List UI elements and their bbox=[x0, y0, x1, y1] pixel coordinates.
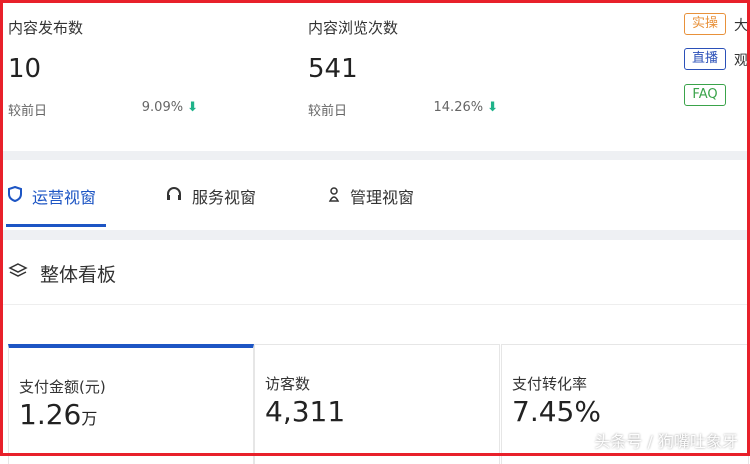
shield-icon bbox=[8, 185, 22, 206]
card-value: 4,311 bbox=[265, 395, 346, 428]
stat-label: 内容发布数 bbox=[8, 19, 84, 37]
tab-management[interactable]: 管理视窗 bbox=[328, 184, 414, 208]
tab-bar: 运营视窗 服务视窗 管理视窗 bbox=[3, 160, 747, 230]
tab-label: 运营视窗 bbox=[32, 188, 97, 207]
badge-faq[interactable]: FAQ bbox=[684, 84, 726, 106]
badge-text[interactable]: 观 bbox=[734, 50, 748, 70]
content-stats-panel: 内容发布数 10 较前日 9.09% ⬇ 内容浏览次数 541 较前日 14.26% ⬇ bbox=[3, 3, 747, 151]
tab-label: 管理视窗 bbox=[350, 188, 415, 207]
active-tab-indicator bbox=[6, 224, 106, 227]
stat-value: 10 bbox=[8, 54, 42, 84]
stat-publish-count: 内容发布数 10 较前日 9.09% ⬇ bbox=[8, 17, 198, 119]
section-title: 整体看板 bbox=[8, 260, 116, 287]
stat-value: 541 bbox=[308, 54, 358, 84]
arrow-down-icon: ⬇ bbox=[187, 100, 198, 115]
compare-label: 较前日 bbox=[308, 104, 348, 119]
card-label: 支付转化率 bbox=[512, 375, 588, 393]
person-icon bbox=[328, 186, 340, 206]
stat-view-count: 内容浏览次数 541 较前日 14.26% ⬇ bbox=[308, 17, 498, 119]
divider bbox=[3, 230, 747, 240]
change-value: 14.26% bbox=[433, 100, 484, 115]
divider bbox=[3, 151, 747, 160]
divider bbox=[3, 304, 747, 305]
change-value: 9.09% bbox=[141, 100, 184, 115]
layers-icon bbox=[8, 262, 28, 285]
badge-text[interactable]: 大 bbox=[734, 15, 748, 35]
card-label: 访客数 bbox=[265, 375, 311, 393]
card-value: 1.26 bbox=[19, 398, 82, 431]
card-unit: 万 bbox=[81, 409, 98, 428]
badge-live[interactable]: 直播 bbox=[684, 48, 726, 70]
tab-operations[interactable]: 运营视窗 bbox=[8, 184, 96, 208]
card-payment-amount[interactable]: 支付金额(元) 1.26万 bbox=[8, 344, 254, 464]
badge-practice[interactable]: 实操 bbox=[684, 13, 726, 35]
headset-icon bbox=[166, 186, 182, 206]
tab-label: 服务视窗 bbox=[192, 188, 257, 207]
stat-label: 内容浏览次数 bbox=[308, 19, 399, 37]
overview-section: 整体看板 支付金额(元) 1.26万 访客数 4,311 支付转化率 7.45% bbox=[3, 240, 749, 464]
card-label: 支付金额(元) bbox=[19, 378, 106, 396]
compare-label: 较前日 bbox=[8, 104, 48, 119]
tab-service[interactable]: 服务视窗 bbox=[166, 184, 256, 208]
card-value: 7.45% bbox=[512, 395, 601, 428]
arrow-down-icon: ⬇ bbox=[487, 100, 498, 115]
watermark: 头条号 / 狗嘴吐象牙 bbox=[594, 432, 738, 451]
section-title-text: 整体看板 bbox=[40, 264, 117, 286]
card-visitors[interactable]: 访客数 4,311 bbox=[254, 344, 500, 464]
